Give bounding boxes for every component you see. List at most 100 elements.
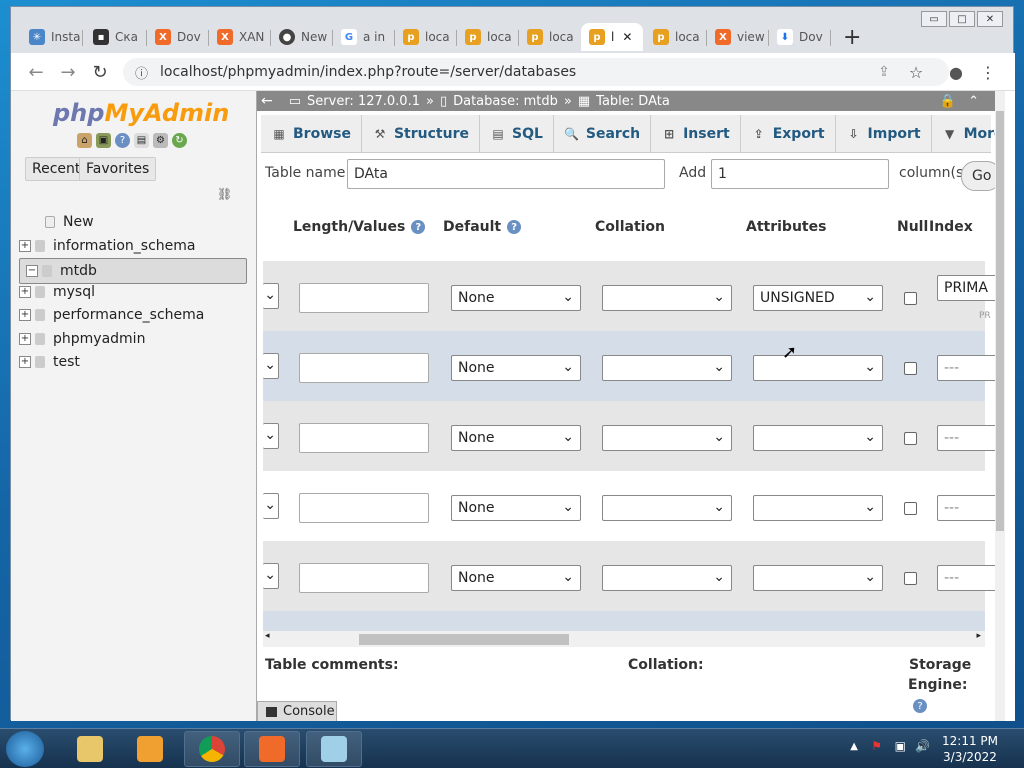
collapse-icon[interactable]: − bbox=[26, 265, 38, 277]
length-input[interactable] bbox=[299, 353, 429, 383]
collation-select[interactable]: ⌄ bbox=[602, 355, 732, 381]
expand-icon[interactable]: + bbox=[19, 286, 31, 298]
address-bar[interactable]: ⓘ localhost/phpmyadmin/index.php?route=/… bbox=[123, 58, 949, 86]
network-icon[interactable]: ▣ bbox=[895, 739, 906, 753]
tab-insert[interactable]: ⊞ Insert bbox=[651, 115, 741, 153]
notepad-taskbar[interactable] bbox=[306, 731, 362, 767]
refresh-icon[interactable]: ↻ bbox=[172, 133, 187, 148]
help-icon[interactable]: ? bbox=[115, 133, 130, 148]
info-icon[interactable]: ⓘ bbox=[135, 63, 148, 82]
logout-icon[interactable]: ▣ bbox=[96, 133, 111, 148]
tree-item-new[interactable]: New bbox=[19, 211, 247, 233]
start-button[interactable] bbox=[6, 731, 44, 767]
help-icon[interactable]: ? bbox=[913, 699, 927, 713]
browser-tab[interactable]: ⬇ Dov bbox=[769, 23, 831, 51]
type-select[interactable]: ⌄ bbox=[263, 283, 279, 309]
type-select[interactable]: ⌄ bbox=[263, 493, 279, 519]
null-checkbox[interactable] bbox=[904, 362, 917, 375]
docs-icon[interactable]: ▤ bbox=[134, 133, 149, 148]
crumb-database[interactable]: Database: mtdb bbox=[453, 94, 558, 109]
back-icon[interactable]: ← bbox=[25, 61, 47, 83]
default-select[interactable]: None ⌄ bbox=[451, 495, 581, 521]
profile-icon[interactable]: ● bbox=[945, 61, 967, 83]
menu-icon[interactable]: ⋮ bbox=[977, 61, 999, 83]
length-input[interactable] bbox=[299, 283, 429, 313]
media-taskbar[interactable] bbox=[122, 731, 178, 767]
collation-select[interactable]: ⌄ bbox=[602, 425, 732, 451]
expand-icon[interactable]: + bbox=[19, 333, 31, 345]
forward-icon[interactable]: → bbox=[57, 61, 79, 83]
expand-icon[interactable]: + bbox=[19, 356, 31, 368]
index-select[interactable]: --- bbox=[937, 425, 997, 451]
browser-tab[interactable]: ● New bbox=[271, 23, 333, 51]
scroll-thumb[interactable] bbox=[359, 634, 569, 645]
default-select[interactable]: None ⌄ bbox=[451, 355, 581, 381]
default-select[interactable]: None ⌄ bbox=[451, 425, 581, 451]
crumb-table[interactable]: Table: DAta bbox=[596, 94, 670, 109]
tree-item-db[interactable]: + phpmyadmin bbox=[19, 328, 247, 350]
length-input[interactable] bbox=[299, 423, 429, 453]
collation-select[interactable]: ⌄ bbox=[602, 495, 732, 521]
vertical-scrollbar[interactable] bbox=[995, 91, 1005, 721]
length-input[interactable] bbox=[299, 493, 429, 523]
volume-icon[interactable]: 🔊 bbox=[915, 739, 930, 753]
null-checkbox[interactable] bbox=[904, 432, 917, 445]
explorer-taskbar[interactable] bbox=[62, 731, 118, 767]
scroll-thumb[interactable] bbox=[996, 111, 1004, 531]
horizontal-scrollbar[interactable]: ◂ ▸ bbox=[263, 631, 985, 647]
tray-arrow-icon[interactable]: ▲ bbox=[850, 741, 858, 752]
null-checkbox[interactable] bbox=[904, 502, 917, 515]
tab-sql[interactable]: ▤ SQL bbox=[480, 115, 554, 153]
tab-structure[interactable]: ⚒ Structure bbox=[362, 115, 480, 153]
tree-item-db[interactable]: + test bbox=[19, 351, 247, 373]
scroll-left-icon[interactable]: ◂ bbox=[265, 631, 270, 641]
attributes-select[interactable]: ⌄ bbox=[753, 355, 883, 381]
tab-more[interactable]: ▼ More bbox=[932, 115, 1005, 153]
browser-tab[interactable]: Xview bbox=[707, 23, 769, 51]
collapse-nav-icon[interactable]: ← bbox=[261, 93, 273, 109]
collapse-icon[interactable]: ⌃ bbox=[968, 94, 979, 109]
browser-tab-active[interactable]: p l ✕ bbox=[581, 23, 643, 51]
chrome-taskbar[interactable] bbox=[184, 731, 240, 767]
scroll-right-icon[interactable]: ▸ bbox=[976, 631, 981, 641]
length-input[interactable] bbox=[299, 563, 429, 593]
browser-tab[interactable]: Ga in bbox=[333, 23, 395, 51]
reload-icon[interactable]: ↻ bbox=[89, 61, 111, 83]
collation-select[interactable]: ⌄ bbox=[602, 565, 732, 591]
browser-tab[interactable]: p loca bbox=[395, 23, 457, 51]
table-name-input[interactable]: DAta bbox=[347, 159, 665, 189]
xampp-taskbar[interactable] bbox=[244, 731, 300, 767]
tab-import[interactable]: ⇩ Import bbox=[836, 115, 932, 153]
gear-icon[interactable]: ⚙ bbox=[153, 133, 168, 148]
null-checkbox[interactable] bbox=[904, 572, 917, 585]
browser-tab[interactable]: ▪ Ска bbox=[85, 23, 147, 51]
tab-export[interactable]: ⇪ Export bbox=[741, 115, 836, 153]
browser-tab[interactable]: p loca bbox=[457, 23, 519, 51]
browser-tab[interactable]: p loca bbox=[645, 23, 707, 51]
index-select[interactable]: --- bbox=[937, 355, 997, 381]
crumb-server[interactable]: Server: 127.0.0.1 bbox=[307, 94, 420, 109]
type-select[interactable]: ⌄ bbox=[263, 353, 279, 379]
flag-icon[interactable]: ⚑ bbox=[871, 739, 882, 753]
star-icon[interactable]: ☆ bbox=[905, 61, 927, 83]
help-icon[interactable]: ? bbox=[507, 220, 522, 234]
browser-tab[interactable]: p loca bbox=[519, 23, 581, 51]
attributes-select[interactable]: UNSIGNED ⌄ bbox=[753, 285, 883, 311]
help-icon[interactable]: ? bbox=[411, 220, 426, 234]
tree-item-db[interactable]: + mysql bbox=[19, 281, 247, 303]
tab-browse[interactable]: ▦ Browse bbox=[261, 115, 362, 153]
type-select[interactable]: ⌄ bbox=[263, 423, 279, 449]
attributes-select[interactable]: ⌄ bbox=[753, 425, 883, 451]
browser-tab[interactable]: ✳ Insta bbox=[21, 23, 83, 51]
lock-icon[interactable]: 🔒 bbox=[940, 94, 956, 109]
expand-icon[interactable]: + bbox=[19, 240, 31, 252]
index-select[interactable]: --- bbox=[937, 565, 997, 591]
browser-tab[interactable]: X XAN bbox=[209, 23, 271, 51]
close-tab-icon[interactable]: ✕ bbox=[622, 30, 632, 44]
default-select[interactable]: None ⌄ bbox=[451, 565, 581, 591]
collation-select[interactable]: ⌄ bbox=[602, 285, 732, 311]
attributes-select[interactable]: ⌄ bbox=[753, 565, 883, 591]
new-tab-button[interactable]: + bbox=[843, 25, 861, 50]
clock[interactable]: 12:11 PM 3/3/2022 bbox=[942, 733, 998, 765]
phpmyadmin-logo[interactable]: phpMyAdmin bbox=[53, 99, 229, 127]
